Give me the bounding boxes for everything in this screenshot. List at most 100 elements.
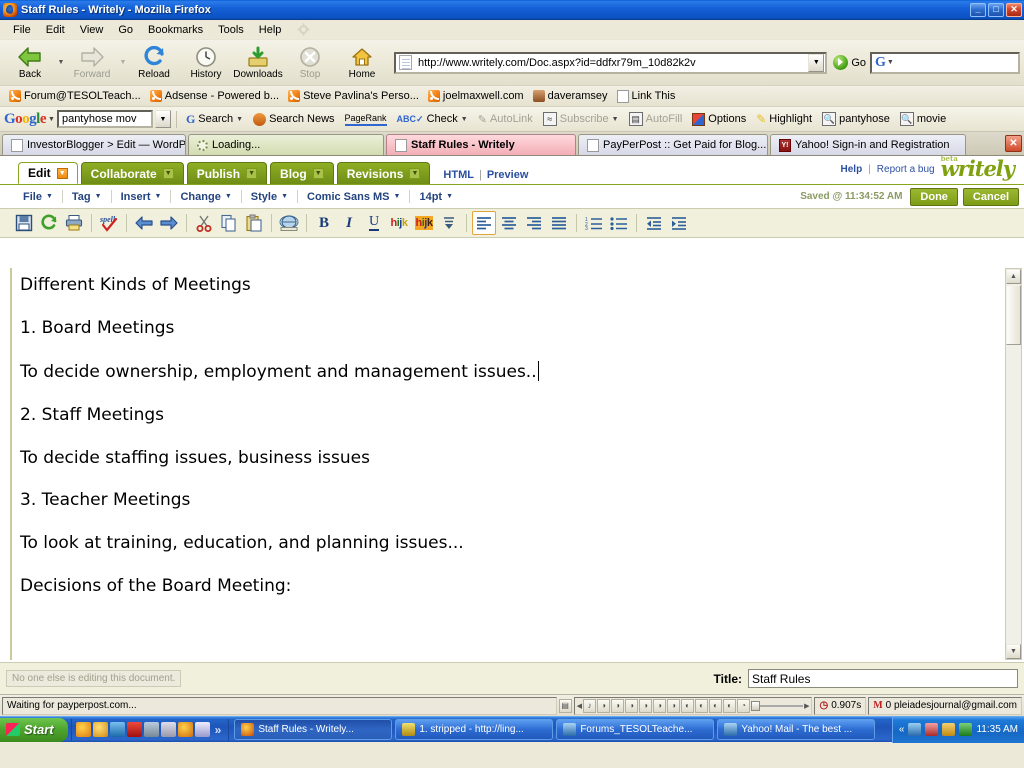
page-info-icon[interactable]: ▤ <box>559 699 572 713</box>
back-dropdown-arrow[interactable]: ▼ <box>56 41 66 85</box>
ext-icon-6[interactable]: ◑ <box>667 699 680 713</box>
taskbar-button-tesol-forums[interactable]: Forums_TESOLTeache... <box>556 719 714 740</box>
cut-icon[interactable] <box>192 211 216 235</box>
scrollbar-thumb[interactable] <box>1006 285 1021 345</box>
outdent-icon[interactable] <box>642 211 666 235</box>
prev-arrow-icon[interactable]: ◀ <box>577 702 582 710</box>
google-menu-arrow[interactable]: ▼ <box>48 116 55 123</box>
tray-icon-1[interactable] <box>925 723 938 736</box>
ext-icon-5[interactable]: ◑ <box>653 699 666 713</box>
reload-button[interactable]: Reload <box>128 41 180 85</box>
html-view-link[interactable]: HTML <box>443 169 474 181</box>
taskbar-button-writely[interactable]: Staff Rules - Writely... <box>234 719 392 740</box>
search-engine-dropdown-icon[interactable]: ▼ <box>887 59 894 66</box>
tab-publish[interactable]: Publish ▼ <box>187 162 267 184</box>
highlight-color-icon[interactable]: hijk <box>412 211 436 235</box>
downloads-button[interactable]: Downloads <box>232 41 284 85</box>
document-editor[interactable]: Different Kinds of Meetings 1. Board Mee… <box>10 268 1002 660</box>
next-arrow-icon[interactable]: ▶ <box>804 702 809 710</box>
undo-icon[interactable] <box>132 211 156 235</box>
save-icon[interactable] <box>12 211 36 235</box>
stop-button[interactable]: Stop <box>284 41 336 85</box>
menu-go[interactable]: Go <box>111 22 140 38</box>
bookmark-daveramsey[interactable]: daveramsey <box>530 89 613 103</box>
bookmark-tesol[interactable]: Forum@TESOLTeach... <box>6 89 146 103</box>
system-clock[interactable]: 11:35 AM <box>976 724 1018 735</box>
writely-menu-tag[interactable]: Tag▼ <box>63 189 111 205</box>
menu-help[interactable]: Help <box>252 22 289 38</box>
forward-dropdown-arrow[interactable]: ▼ <box>118 41 128 85</box>
ext-icon-4[interactable]: ◑ <box>639 699 652 713</box>
chevron-down-icon[interactable]: ▼ <box>409 168 420 179</box>
link-icon[interactable] <box>277 211 301 235</box>
tab-staff-rules-writely[interactable]: Staff Rules - Writely <box>386 134 576 155</box>
redo-icon[interactable] <box>157 211 181 235</box>
align-center-icon[interactable] <box>497 211 521 235</box>
tab-blog[interactable]: Blog ▼ <box>270 162 334 184</box>
tab-collaborate[interactable]: Collaborate ▼ <box>81 162 184 184</box>
preview-view-link[interactable]: Preview <box>487 169 529 181</box>
tab-payperpost[interactable]: PayPerPost :: Get Paid for Blog... <box>578 134 768 155</box>
ext-icon-8[interactable]: ◐ <box>695 699 708 713</box>
chevron-down-icon[interactable]: ▼ <box>163 168 174 179</box>
quicklaunch-icon-1[interactable] <box>93 722 108 737</box>
menu-edit[interactable]: Edit <box>39 22 72 38</box>
writely-menu-insert[interactable]: Insert▼ <box>112 189 171 205</box>
go-button[interactable]: Go <box>833 55 866 70</box>
bookmark-steve-pavlina[interactable]: Steve Pavlina's Perso... <box>285 89 424 103</box>
extension-slider[interactable] <box>751 701 803 711</box>
bookmark-link-this[interactable]: Link This <box>614 89 681 104</box>
tab-revisions[interactable]: Revisions ▼ <box>337 162 431 184</box>
back-button[interactable]: Back <box>4 41 56 85</box>
google-term-movie-button[interactable]: 🔍 movie <box>896 111 950 127</box>
forward-button[interactable]: Forward <box>66 41 118 85</box>
tab-loading[interactable]: Loading... <box>188 134 384 155</box>
chevron-down-icon[interactable]: ▼ <box>246 168 257 179</box>
url-input[interactable] <box>416 56 808 70</box>
paste-icon[interactable] <box>242 211 266 235</box>
bullet-list-icon[interactable] <box>607 211 631 235</box>
search-bar[interactable]: G ▼ <box>870 52 1020 74</box>
url-bar[interactable]: ▼ <box>394 52 827 74</box>
font-size-selector[interactable]: 14pt▼ <box>410 189 462 205</box>
align-right-icon[interactable] <box>522 211 546 235</box>
gmail-notifier-panel[interactable]: M 0 pleiadesjournal@gmail.com <box>868 697 1022 715</box>
quicklaunch-icon-3[interactable] <box>127 722 142 737</box>
quicklaunch-icon-2[interactable] <box>110 722 125 737</box>
cancel-button[interactable]: Cancel <box>963 188 1019 206</box>
writely-menu-change[interactable]: Change▼ <box>171 189 240 205</box>
quicklaunch-icon-5[interactable] <box>161 722 176 737</box>
google-query-dropdown[interactable]: ▼ <box>155 110 171 128</box>
done-button[interactable]: Done <box>910 188 958 206</box>
tray-expand-button[interactable]: « <box>899 724 905 735</box>
bookmark-joelmaxwell[interactable]: joelmaxwell.com <box>425 89 529 103</box>
minimize-button[interactable]: _ <box>970 3 986 17</box>
menu-bookmarks[interactable]: Bookmarks <box>141 22 210 38</box>
chevron-down-icon[interactable]: ▼ <box>313 168 324 179</box>
google-check-button[interactable]: ABC✓ Check ▼ <box>393 112 472 126</box>
menu-view[interactable]: View <box>73 22 111 38</box>
google-term-pantyhose-button[interactable]: 🔍 pantyhose <box>818 111 894 127</box>
align-left-icon[interactable] <box>472 211 496 235</box>
taskbar-button-yahoo-mail[interactable]: Yahoo! Mail - The best ... <box>717 719 875 740</box>
ext-icon-9[interactable]: ◐ <box>709 699 722 713</box>
italic-icon[interactable]: I <box>337 211 361 235</box>
url-dropdown-button[interactable]: ▼ <box>808 54 824 72</box>
google-search-input[interactable]: pantyhose mov <box>57 110 153 128</box>
menu-tools[interactable]: Tools <box>211 22 251 38</box>
font-family-selector[interactable]: Comic Sans MS▼ <box>298 189 409 205</box>
copy-icon[interactable] <box>217 211 241 235</box>
ext-icon-10[interactable]: ◐ <box>723 699 736 713</box>
google-subscribe-button[interactable]: ≈ Subscribe ▼ <box>539 111 623 127</box>
tray-icon-3[interactable] <box>959 723 972 736</box>
more-format-icon[interactable] <box>437 211 461 235</box>
start-button[interactable]: Start <box>0 718 68 742</box>
ext-icon-11[interactable]: ◔ <box>737 699 750 713</box>
google-search-news-button[interactable]: Search News <box>249 112 338 127</box>
underline-icon[interactable]: U <box>362 211 386 235</box>
writely-menu-style[interactable]: Style▼ <box>242 189 297 205</box>
quicklaunch-icon-0[interactable] <box>76 722 91 737</box>
spellcheck-icon[interactable]: spell <box>97 211 121 235</box>
ext-icon-2[interactable]: ◑ <box>611 699 624 713</box>
indent-icon[interactable] <box>667 211 691 235</box>
